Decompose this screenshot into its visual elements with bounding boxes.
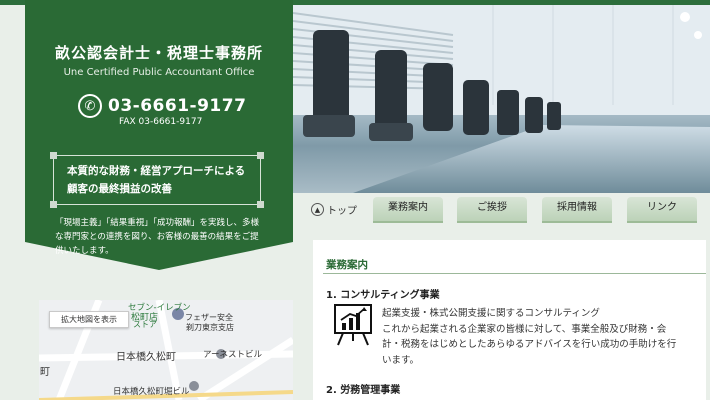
corner-decoration <box>50 201 57 208</box>
fax-number: FAX 03-6661-9177 <box>119 117 203 127</box>
phone-icon: ✆ <box>78 94 102 118</box>
tab-greeting[interactable]: ご挨拶 <box>457 197 527 223</box>
tab-services[interactable]: 業務案内 <box>373 197 443 223</box>
presentation-board-icon <box>334 304 372 346</box>
section-title: 業務案内 <box>326 259 368 271</box>
phone-row: ✆ 03-6661-9177 <box>78 92 246 120</box>
item-1-description: 起業支援・株式公開支援に関するコンサルティング これから起業される企業家の皆様に… <box>382 306 700 368</box>
tagline-line-1: 本質的な財務・経営アプローチによる <box>67 165 246 177</box>
item-1-line: 起業支援・株式公開支援に関するコンサルティング <box>382 308 600 319</box>
office-name-english: Une Certified Public Accountant Office <box>63 67 255 78</box>
map-label-building: 日本橋久松町堀ビル <box>113 387 190 397</box>
section-divider <box>323 273 706 274</box>
office-name: 畝公認会計士・税理士事務所 <box>54 44 263 62</box>
map-label-bank: 剃刀東京支店 <box>186 323 234 332</box>
tagline-line-2: 顧客の最終損益の改善 <box>67 183 172 195</box>
map-label-area: 日本橋久松町 <box>116 352 176 363</box>
nav-home-link[interactable]: ▲ トップ <box>311 202 357 217</box>
item-1-title: 1. コンサルティング事業 <box>326 290 440 301</box>
tagline-box: 本質的な財務・経営アプローチによる 顧客の最終損益の改善 <box>50 152 264 208</box>
conference-room-illustration <box>293 5 710 193</box>
map-label-town: 町 <box>40 367 50 378</box>
item-2-title: 2. 労務管理事業 <box>326 385 401 396</box>
map-label-store: ストア <box>133 320 157 329</box>
tab-links[interactable]: リンク <box>627 197 697 223</box>
hero-image <box>293 5 710 193</box>
phone-number[interactable]: 03-6661-9177 <box>108 96 246 116</box>
map-label-building: アーネストビル <box>203 350 262 360</box>
item-1-line: います。 <box>382 354 420 366</box>
office-description: 「現場主義」「結果重視」「成功報酬」を実践し、多様な専門家との連携を図り、お客様… <box>55 218 260 256</box>
enlarge-map-button[interactable]: 拡大地図を表示 <box>49 311 129 328</box>
up-arrow-icon: ▲ <box>311 203 324 216</box>
corner-decoration <box>257 152 264 159</box>
item-1-line: これから起業される企業家の皆様に対して、事業全般及び財務・会 <box>382 323 667 335</box>
item-1-line: 計・税務をはじめとしたあらゆるアドバイスを行い成功の手助けを行 <box>382 339 677 350</box>
corner-decoration <box>50 152 57 159</box>
corner-decoration <box>257 201 264 208</box>
nav-home-label: トップ <box>327 206 357 217</box>
tab-recruit[interactable]: 採用情報 <box>542 197 612 223</box>
